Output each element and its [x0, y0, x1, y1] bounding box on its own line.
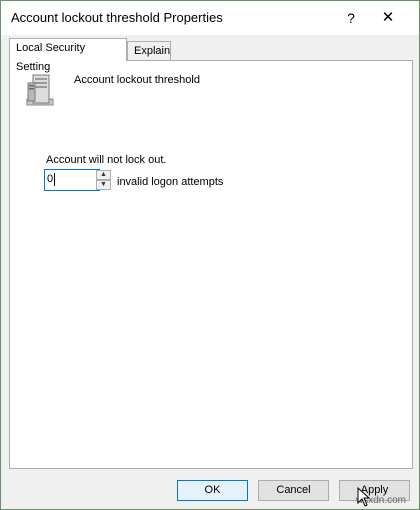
cancel-button[interactable]: Cancel — [258, 480, 329, 501]
tab-explain[interactable]: Explain — [127, 41, 171, 60]
mouse-cursor-icon — [357, 487, 371, 507]
properties-dialog: Account lockout threshold Properties ? ✕… — [0, 0, 420, 510]
ok-button[interactable]: OK — [177, 480, 248, 501]
text-caret — [54, 173, 55, 186]
help-button[interactable]: ? — [337, 5, 365, 31]
threshold-value: 0 — [47, 173, 54, 185]
threshold-unit-label: invalid logon attempts — [117, 176, 224, 188]
tab-local-security-setting[interactable]: Local Security Setting — [9, 38, 127, 73]
lockout-status-text: Account will not lock out. — [46, 154, 167, 166]
server-icon — [26, 74, 54, 106]
close-button[interactable]: ✕ — [371, 5, 405, 31]
spin-down-button[interactable]: ▼ — [96, 180, 111, 190]
policy-heading: Account lockout threshold — [74, 74, 200, 86]
tab-panel: Account lockout threshold Account will n… — [9, 60, 413, 469]
threshold-input[interactable]: 0 — [44, 169, 100, 191]
title-bar: Account lockout threshold Properties ? ✕ — [1, 1, 419, 35]
window-title: Account lockout threshold Properties — [11, 10, 223, 25]
spin-up-button[interactable]: ▲ — [96, 170, 111, 180]
